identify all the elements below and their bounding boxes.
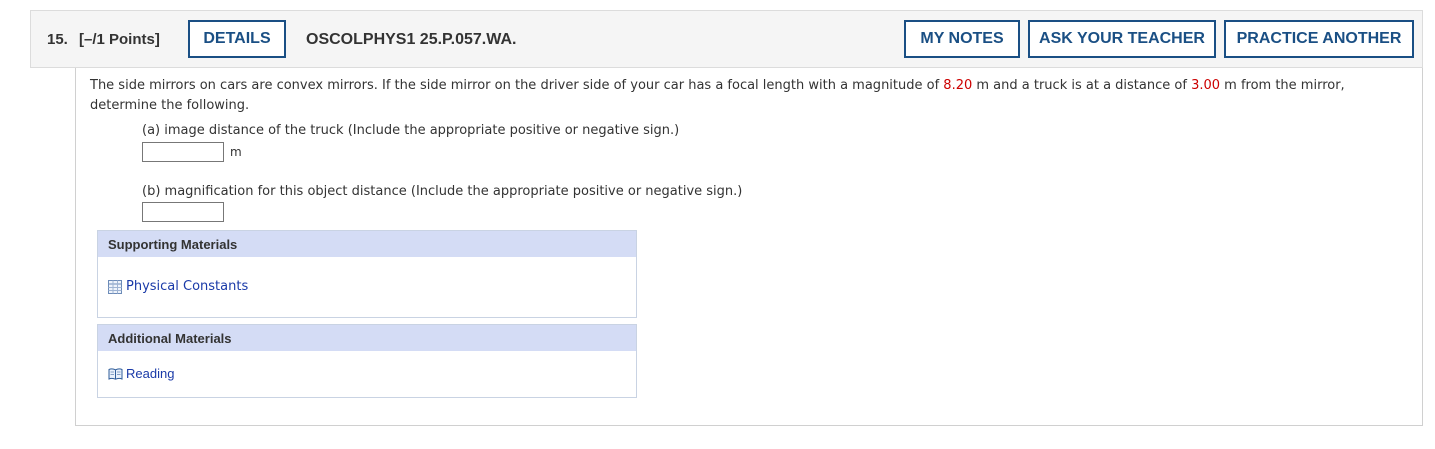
additional-materials-panel: Additional Materials Reading (97, 324, 637, 398)
part-a-label: (a) image distance of the truck (Include… (142, 123, 680, 138)
question-prompt: The side mirrors on cars are convex mirr… (90, 76, 1390, 116)
supporting-materials-panel: Supporting Materials Physical Constants (97, 230, 637, 318)
reading-link[interactable]: Reading (108, 366, 174, 381)
physical-constants-link[interactable]: Physical Constants (108, 279, 248, 294)
additional-materials-title: Additional Materials (98, 325, 636, 351)
part-b-input[interactable] (142, 202, 224, 222)
distance-value: 3.00 (1191, 78, 1221, 93)
ask-teacher-button[interactable]: ASK YOUR TEACHER (1028, 20, 1216, 58)
table-icon (108, 279, 122, 294)
physical-constants-label: Physical Constants (126, 279, 249, 294)
book-icon (108, 367, 123, 381)
prompt-text-1: The side mirrors on cars are convex mirr… (90, 78, 944, 93)
practice-another-button[interactable]: PRACTICE ANOTHER (1224, 20, 1414, 58)
details-button[interactable]: DETAILS (188, 20, 286, 58)
question-number: 15. (47, 31, 68, 48)
my-notes-button[interactable]: MY NOTES (904, 20, 1020, 58)
question-code: OSCOLPHYS1 25.P.057.WA. (306, 31, 517, 48)
prompt-text-2: m and a truck is at a distance of (972, 78, 1192, 93)
question-header: 15. [–/1 Points] DETAILS OSCOLPHYS1 25.P… (30, 10, 1423, 68)
part-b-label: (b) magnification for this object distan… (142, 184, 743, 199)
supporting-materials-title: Supporting Materials (98, 231, 636, 257)
points-label: [–/1 Points] (79, 31, 160, 48)
part-a-unit: m (230, 145, 242, 159)
part-a-input[interactable] (142, 142, 224, 162)
focal-length-value: 8.20 (943, 78, 973, 93)
reading-label: Reading (126, 366, 175, 381)
